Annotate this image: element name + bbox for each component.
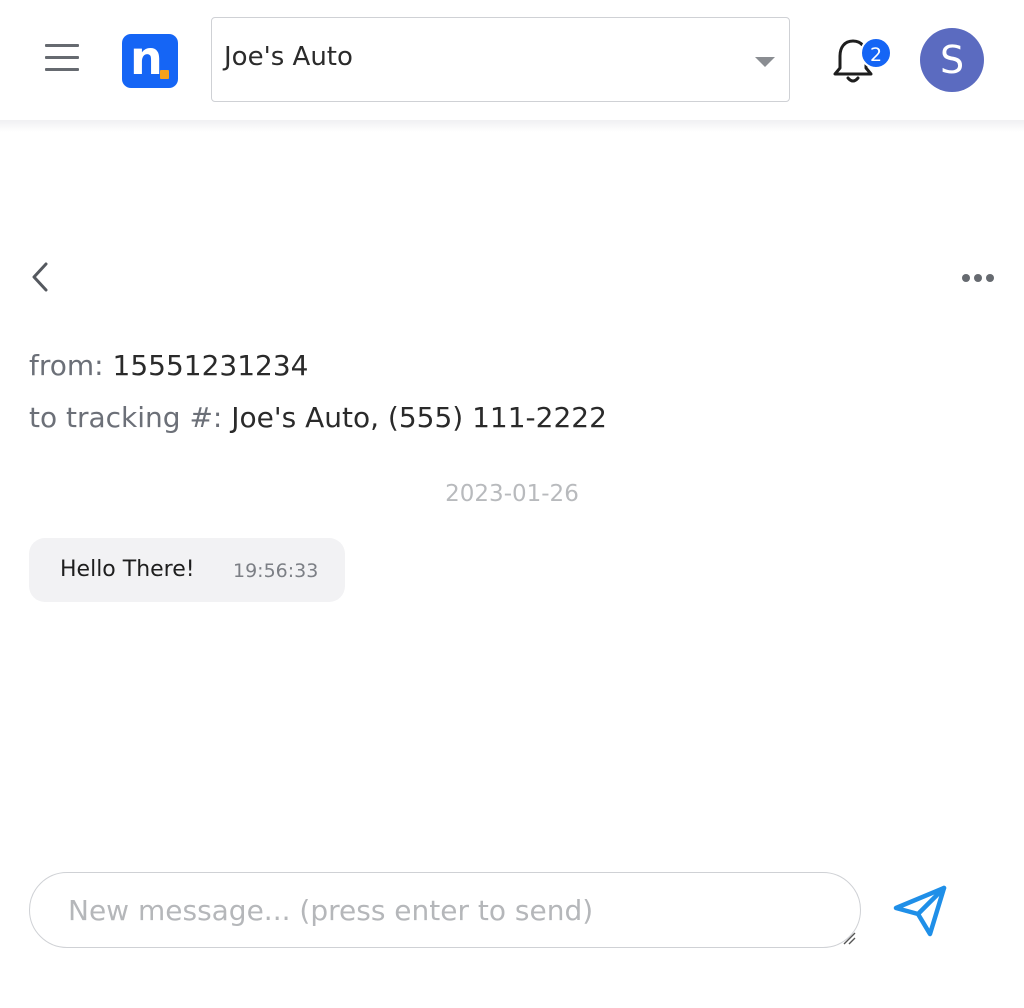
date-separator: 2023-01-26 (445, 481, 579, 507)
to-value: Joe's Auto, (555) 111-2222 (231, 401, 607, 434)
from-label: from: (29, 349, 104, 382)
to-line: to tracking #: Joe's Auto, (555) 111-222… (29, 401, 607, 434)
message-text: Hello There! (60, 557, 195, 582)
message-input[interactable] (68, 887, 828, 933)
from-value: 15551231234 (112, 349, 309, 382)
company-select[interactable]: Joe's Auto (211, 17, 790, 102)
logo-accent-dot (160, 70, 169, 79)
paper-plane-icon[interactable] (890, 880, 950, 940)
resize-grip-icon[interactable] (842, 930, 856, 945)
caret-down-icon (755, 57, 775, 67)
chevron-left-icon[interactable] (26, 258, 56, 296)
more-horizontal-icon[interactable] (958, 268, 998, 288)
app-logo[interactable]: n (122, 31, 178, 88)
message-bubble: Hello There! 19:56:33 (29, 538, 345, 602)
to-label: to tracking #: (29, 401, 223, 434)
top-bar: n Joe's Auto 2 S (0, 0, 1024, 120)
hamburger-icon[interactable] (45, 42, 79, 74)
message-composer (29, 872, 861, 948)
company-select-value: Joe's Auto (224, 42, 353, 72)
avatar[interactable]: S (920, 28, 984, 92)
top-bar-shadow (0, 120, 1024, 132)
from-line: from: 15551231234 (29, 349, 308, 382)
notification-badge: 2 (860, 37, 892, 69)
logo-letter: n (130, 31, 163, 85)
message-time: 19:56:33 (233, 560, 319, 582)
